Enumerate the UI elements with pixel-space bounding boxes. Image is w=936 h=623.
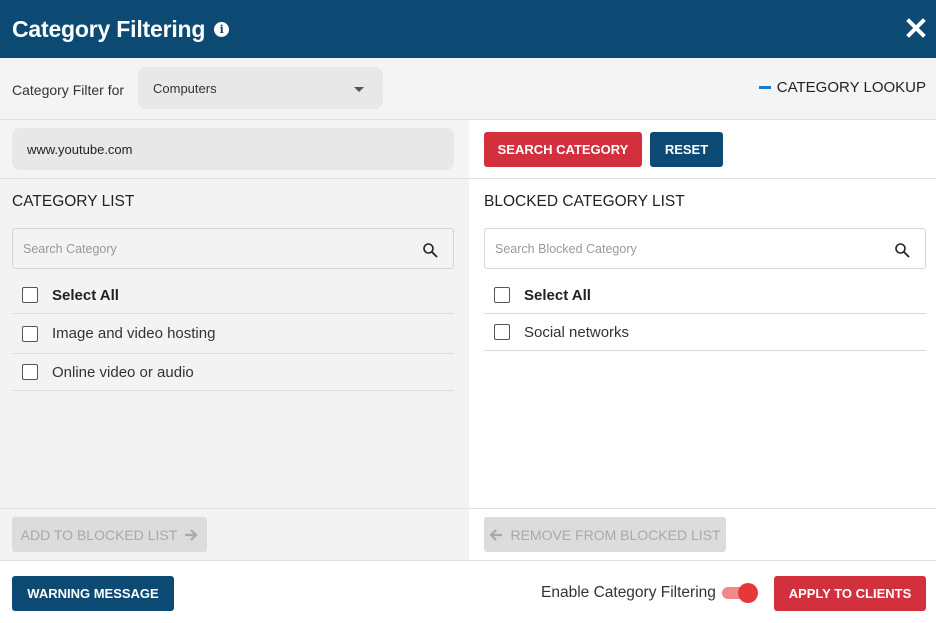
blocked-list-actions: REMOVE FROM BLOCKED LIST xyxy=(469,508,936,560)
blocked-select-all-row[interactable]: Select All xyxy=(484,277,926,314)
category-lookup-toggle[interactable]: CATEGORY LOOKUP xyxy=(758,79,926,96)
blocked-list-title: BLOCKED CATEGORY LIST xyxy=(484,193,685,210)
info-icon[interactable]: i xyxy=(214,21,230,37)
category-search-placeholder: Search Category xyxy=(23,242,117,256)
toggle-knob xyxy=(738,583,758,603)
close-icon[interactable] xyxy=(906,18,926,38)
add-to-blocked-list-label: ADD TO BLOCKED LIST xyxy=(20,526,178,543)
arrow-right-icon xyxy=(185,528,198,541)
select-all-checkbox[interactable] xyxy=(494,287,510,303)
category-list-panel: CATEGORY LIST Search Category Select All… xyxy=(0,179,469,560)
chevron-down-icon xyxy=(354,87,364,92)
list-item-checkbox[interactable] xyxy=(22,325,38,342)
filter-row: Category Filter for Computers CATEGORY L… xyxy=(0,58,936,120)
enable-category-filtering-label: Enable Category Filtering xyxy=(541,584,716,601)
search-icon[interactable] xyxy=(422,242,438,258)
select-all-label: Select All xyxy=(52,286,119,304)
category-filter-label: Category Filter for xyxy=(12,82,125,98)
list-item[interactable]: Social networks xyxy=(484,314,926,351)
enable-category-filtering-toggle[interactable] xyxy=(722,582,758,603)
category-list-title: CATEGORY LIST xyxy=(12,193,135,210)
blocked-category-search-input[interactable]: Search Blocked Category xyxy=(484,228,926,269)
category-lookup-label: CATEGORY LOOKUP xyxy=(776,79,926,96)
list-item-label: Social networks xyxy=(524,323,630,341)
category-filter-selected-value: Computers xyxy=(153,81,217,96)
list-item-checkbox[interactable] xyxy=(494,324,510,340)
list-item-label: Online video or audio xyxy=(52,363,194,381)
category-filtering-dialog: Category Filtering i Category Filter for… xyxy=(0,0,936,623)
list-item[interactable]: Image and video hosting xyxy=(12,314,454,354)
category-list-actions: ADD TO BLOCKED LIST xyxy=(0,508,469,560)
category-search-input[interactable]: Search Category xyxy=(12,228,454,269)
remove-from-blocked-list-label: REMOVE FROM BLOCKED LIST xyxy=(510,526,721,543)
select-all-checkbox[interactable] xyxy=(22,287,38,303)
search-category-button[interactable]: SEARCH CATEGORY xyxy=(484,132,642,167)
blocked-category-list-panel: BLOCKED CATEGORY LIST Search Blocked Cat… xyxy=(469,179,936,560)
minus-icon xyxy=(758,86,771,89)
remove-from-blocked-list-button[interactable]: REMOVE FROM BLOCKED LIST xyxy=(484,517,726,552)
lookup-search-row: SEARCH CATEGORY RESET xyxy=(0,120,936,179)
lookup-input-area xyxy=(0,120,469,178)
url-lookup-input[interactable] xyxy=(12,128,454,170)
list-item-label: Image and video hosting xyxy=(52,325,216,342)
dialog-title: Category Filtering xyxy=(12,15,206,42)
category-filter-select[interactable]: Computers xyxy=(138,67,383,109)
category-select-all-row[interactable]: Select All xyxy=(12,277,454,314)
arrow-left-icon xyxy=(489,528,503,541)
list-item-checkbox[interactable] xyxy=(22,364,38,380)
select-all-label: Select All xyxy=(524,286,591,304)
list-item[interactable]: Online video or audio xyxy=(12,354,454,391)
add-to-blocked-list-button[interactable]: ADD TO BLOCKED LIST xyxy=(12,517,207,552)
dialog-footer: WARNING MESSAGE Enable Category Filterin… xyxy=(0,560,936,623)
apply-to-clients-button[interactable]: APPLY TO CLIENTS xyxy=(774,576,926,611)
dialog-header: Category Filtering i xyxy=(0,0,936,58)
warning-message-button[interactable]: WARNING MESSAGE xyxy=(12,576,174,611)
search-icon[interactable] xyxy=(894,242,910,258)
blocked-category-search-placeholder: Search Blocked Category xyxy=(495,242,637,256)
reset-button[interactable]: RESET xyxy=(650,132,723,167)
